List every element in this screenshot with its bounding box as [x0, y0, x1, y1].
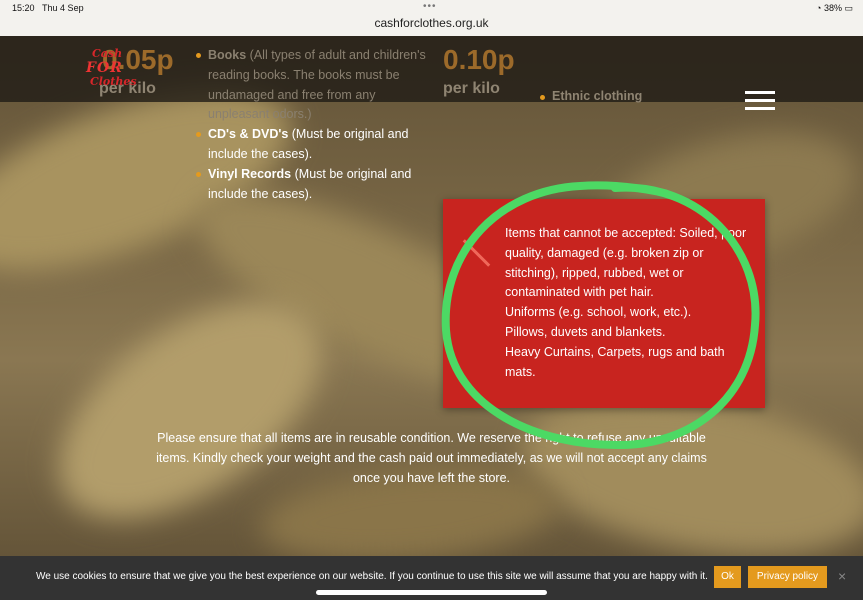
status-right: ◔ 38% ▭ — [816, 3, 853, 14]
site-logo[interactable]: Cash FOR Clothes — [84, 45, 137, 91]
cookie-message: We use cookies to ensure that we give yo… — [36, 571, 708, 582]
list-item: Vinyl Records (Must be original and incl… — [196, 165, 426, 205]
more-dots-icon[interactable]: ••• — [423, 1, 437, 12]
reusable-notice: Please ensure that all items are in reus… — [156, 431, 707, 485]
close-icon[interactable]: × — [838, 568, 846, 584]
browser-status-bar: 15:20 Thu 4 Sep ••• ◔ 38% ▭ cashforcloth… — [0, 0, 863, 36]
privacy-policy-button[interactable]: Privacy policy — [748, 566, 827, 588]
home-indicator[interactable] — [316, 590, 547, 595]
accepted-items-list: Books (All types of adult and children's… — [196, 46, 426, 204]
list-item: CD's & DVD's (Must be original and inclu… — [196, 125, 426, 165]
list-item: Books (All types of adult and children's… — [196, 46, 426, 125]
cross-icon — [461, 235, 491, 265]
battery-icon: ▭ — [844, 3, 853, 13]
cookie-ok-button[interactable]: Ok — [714, 566, 741, 588]
battery-percent: 38% — [823, 3, 842, 13]
price-right: 0.10p — [443, 44, 515, 75]
address-bar[interactable]: cashforclothes.org.uk — [0, 16, 863, 30]
hamburger-menu-icon[interactable] — [745, 91, 775, 111]
wifi-icon: ◔ — [816, 3, 822, 13]
not-accepted-panel: Items that cannot be accepted: Soiled, p… — [443, 199, 765, 408]
status-time: 15:20 Thu 4 Sep — [12, 3, 84, 13]
price-right-unit: per kilo — [443, 80, 500, 97]
not-accepted-text: Items that cannot be accepted: Soiled, p… — [505, 226, 747, 379]
list-item-ethnic: Ethnic clothing — [540, 89, 642, 103]
